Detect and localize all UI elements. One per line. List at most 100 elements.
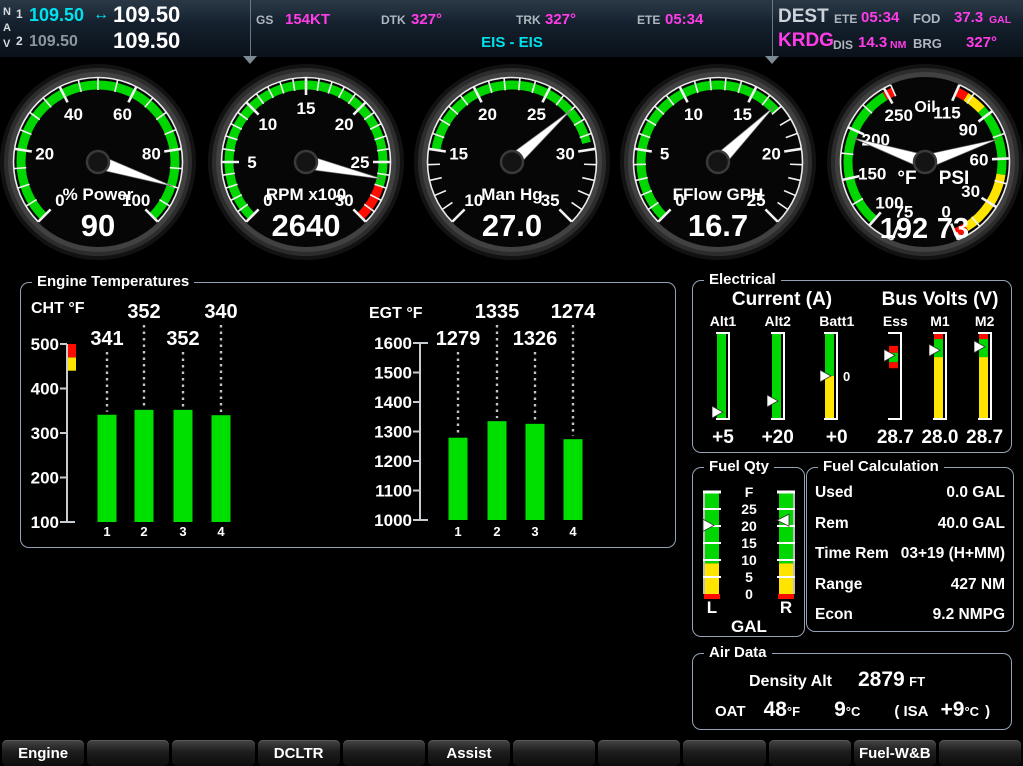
softkey-blank-9[interactable]	[683, 740, 765, 766]
top-status-bar: N A V 1 2 109.50 ↔ 109.50 109.50 109.50 …	[0, 0, 1023, 57]
current-header: Current (A)	[697, 289, 867, 311]
row-label: Used	[815, 484, 853, 502]
oat-label: OAT	[715, 703, 746, 720]
softkey-blank-3[interactable]	[172, 740, 254, 766]
fuel-qty-svg: F2520151050LRGAL	[697, 480, 801, 636]
svg-text:80: 80	[142, 145, 161, 164]
svg-text:1: 1	[454, 524, 461, 539]
electrical-gauge-alt2: Alt2 +20	[762, 312, 794, 448]
nav-letter: N	[3, 4, 11, 20]
m2-bar-gauge	[974, 330, 996, 427]
softkey-blank-2[interactable]	[87, 740, 169, 766]
brg-label: BRG	[913, 36, 942, 51]
density-alt-value: 2879	[858, 668, 905, 691]
svg-text:352: 352	[127, 301, 160, 323]
row-value: 0.0 GAL	[946, 484, 1005, 502]
svg-text:1000: 1000	[374, 511, 412, 530]
engine-temperatures-panel: Engine Temperatures CHT °F10020030040050…	[20, 282, 676, 548]
svg-text:200: 200	[31, 469, 59, 488]
dis-unit: NM	[890, 39, 906, 51]
svg-text:20: 20	[762, 145, 781, 164]
softkey-assist[interactable]: Assist	[428, 740, 510, 766]
svg-text:4: 4	[569, 524, 577, 539]
fod-unit: GAL	[989, 14, 1011, 26]
svg-text:10: 10	[684, 105, 703, 124]
svg-text:15: 15	[741, 535, 757, 551]
svg-text:RPM x100: RPM x100	[266, 185, 346, 204]
svg-text:20: 20	[741, 518, 757, 534]
svg-text:1400: 1400	[374, 393, 412, 412]
nav-letter: A	[3, 20, 11, 36]
svg-text:25: 25	[351, 153, 370, 172]
fuel-qty-panel: Fuel Qty F2520151050LRGAL	[692, 467, 805, 637]
gauge-value: 28.7	[877, 428, 914, 448]
svg-text:1335: 1335	[475, 301, 520, 323]
electrical-gauge-m2: M2 28.7	[966, 312, 1003, 448]
svg-text:L: L	[706, 598, 716, 617]
svg-text:5: 5	[745, 569, 753, 585]
softkey-blank-10[interactable]	[769, 740, 851, 766]
dial-svg: 0510152025FFlow GPH16.7	[618, 62, 818, 262]
softkey-dcltr[interactable]: DCLTR	[258, 740, 340, 766]
panel-title: Fuel Calculation	[818, 458, 944, 475]
electrical-gauge-alt1: Alt1 +5	[710, 312, 736, 448]
softkey-blank-5[interactable]	[343, 740, 425, 766]
svg-text:1279: 1279	[436, 328, 481, 350]
nav1-standby-frequency: 109.50	[29, 5, 84, 26]
nav2-standby-frequency: 109.50	[29, 33, 78, 51]
fuel-calculation-panel: Fuel Calculation Used 0.0 GAL Rem 40.0 G…	[806, 467, 1014, 632]
softkey-blank-12[interactable]	[939, 740, 1021, 766]
vertical-gauge-svg	[767, 330, 789, 422]
nav2-index: 2	[16, 34, 23, 48]
svg-text:1500: 1500	[374, 364, 412, 383]
svg-text:1274: 1274	[551, 301, 596, 323]
svg-text:20: 20	[35, 145, 54, 164]
softkey-blank-8[interactable]	[598, 740, 680, 766]
vertical-gauge-svg	[712, 330, 734, 422]
svg-text:16.7: 16.7	[688, 208, 748, 243]
ete-value: 05:34	[665, 11, 703, 28]
svg-text:115: 115	[933, 104, 960, 123]
dest-ete-value: 05:34	[861, 9, 899, 26]
fod-label: FOD	[913, 11, 940, 26]
electrical-gauge-batt1: Batt1 0 +0	[819, 312, 854, 448]
dtk-value: 327°	[411, 11, 442, 28]
oil-dial-svg: 751001502002500306090115Oil°FPSI19273	[825, 62, 1023, 262]
dest-ident: KRDG	[778, 30, 834, 52]
svg-text:60: 60	[969, 151, 988, 170]
svg-text:15: 15	[449, 145, 468, 164]
vertical-gauge-svg	[884, 330, 906, 422]
frequency-swap-icon: ↔	[93, 6, 109, 24]
ete-label: ETE	[637, 13, 660, 27]
svg-text:PSI: PSI	[939, 168, 970, 189]
gauge-value: +0	[826, 428, 848, 448]
dial-svg: 101520253035Man Hg27.0	[412, 62, 612, 262]
row-value: 03+19 (H+MM)	[901, 545, 1005, 563]
dial-svg: 020406080100% Power90	[0, 62, 198, 262]
softkey-blank-7[interactable]	[513, 740, 595, 766]
svg-text:1100: 1100	[375, 482, 412, 501]
svg-text:0: 0	[745, 586, 753, 602]
gauge-label: Batt1	[819, 312, 854, 330]
svg-text:100: 100	[875, 194, 903, 213]
gs-value: 154KT	[285, 11, 330, 28]
current-group: Current (A) Alt1 +5 Alt2 +20 Batt1 0 +0	[697, 289, 867, 448]
alt1-bar-gauge	[712, 330, 734, 427]
softkey-engine[interactable]: Engine	[2, 740, 84, 766]
dest-label: DEST	[778, 6, 829, 28]
svg-text:20: 20	[335, 115, 354, 134]
svg-text:400: 400	[31, 380, 59, 399]
svg-text:192: 192	[880, 213, 928, 245]
batt1-bar-gauge: 0	[820, 330, 854, 427]
gauge-oil-temp-pressure: 751001502002500306090115Oil°FPSI19273	[825, 62, 1023, 262]
svg-text:1: 1	[103, 524, 110, 539]
density-altitude-row: Density Alt 2879 FT	[749, 668, 925, 692]
svg-text:R: R	[779, 598, 791, 617]
softkey-fuel-wb[interactable]: Fuel-W&B	[854, 740, 936, 766]
nav-letter: V	[3, 36, 11, 52]
svg-text:2: 2	[140, 524, 147, 539]
svg-text:% Power: % Power	[63, 185, 134, 204]
svg-text:FFlow GPH: FFlow GPH	[673, 185, 764, 204]
electrical-gauge-m1: M1 28.0	[921, 312, 958, 448]
alt2-bar-gauge	[767, 330, 789, 427]
